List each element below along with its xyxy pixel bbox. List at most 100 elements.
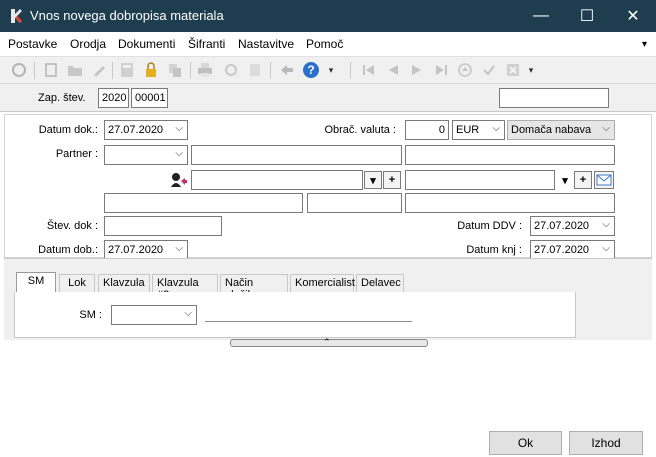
menu-nastavitve[interactable]: Nastavitve <box>238 37 294 51</box>
obrac-valuta-label: Obrač. valuta : <box>324 124 396 136</box>
nabava-dropdown[interactable]: Domača nabava ⌵ <box>507 120 615 140</box>
tab-delavec[interactable]: Delavec <box>356 274 404 292</box>
address-dropdown-icon[interactable]: ▾ <box>556 171 574 189</box>
partner-label: Partner : <box>55 148 98 160</box>
datum-dok-picker[interactable]: 27.07.2020 ⌵ <box>104 120 188 140</box>
valuta-value: EUR <box>456 124 480 136</box>
menu-sifranti[interactable]: Šifranti <box>188 37 225 51</box>
toolbar-separator <box>112 62 113 79</box>
datum-ddv-picker[interactable]: 27.07.2020 ⌵ <box>530 216 615 236</box>
contact-field[interactable] <box>191 170 363 190</box>
document-number-field[interactable]: 00001 <box>131 88 168 108</box>
tab-lok[interactable]: Lok <box>59 274 95 292</box>
menu-dokumenti[interactable]: Dokumenti <box>118 37 175 51</box>
chevron-up-icon: ⌃ <box>323 337 331 347</box>
datum-dob-label: Datum dob.: <box>38 244 98 256</box>
chevron-down-icon: ⌵ <box>175 123 183 134</box>
import-icon[interactable] <box>278 61 296 79</box>
address-line-field[interactable] <box>104 193 303 213</box>
valuta-select[interactable]: EUR ⌵ <box>452 120 505 140</box>
contact-person-icon[interactable] <box>170 172 188 188</box>
tab-klavzula-2[interactable]: Klavzula #2 <box>152 274 218 301</box>
cancel-icon[interactable] <box>504 61 522 79</box>
copy-icon[interactable] <box>166 61 184 79</box>
partner-select[interactable]: ⌵ <box>104 145 188 165</box>
stev-dok-field[interactable] <box>104 216 222 236</box>
help-dropdown-icon[interactable]: ▾ <box>322 61 340 79</box>
panel-splitter[interactable]: ⌃ <box>230 337 428 347</box>
sm-label: SM : <box>79 309 102 321</box>
chevron-down-icon: ⌵ <box>602 219 610 230</box>
year-field[interactable]: 2020 <box>98 88 129 108</box>
datum-dob-picker[interactable]: 27.07.2020 ⌵ <box>104 240 188 260</box>
toolbar-separator <box>350 62 351 79</box>
address-field[interactable] <box>405 170 555 190</box>
tab-nacin-placila[interactable]: Način plačila <box>220 274 288 301</box>
new-document-icon[interactable] <box>42 61 60 79</box>
help-icon[interactable]: ? <box>302 61 320 79</box>
cancel-dropdown-icon[interactable]: ▾ <box>522 61 540 79</box>
close-button[interactable]: ✕ <box>610 0 656 32</box>
exit-button[interactable]: Izhod <box>569 431 643 455</box>
previous-record-icon[interactable] <box>384 61 402 79</box>
datum-dok-value: 27.07.2020 <box>108 124 164 136</box>
contact-dropdown-icon[interactable]: ▾ <box>364 171 382 189</box>
datum-knj-picker[interactable]: 27.07.2020 ⌵ <box>530 240 615 260</box>
header-right-field[interactable] <box>499 88 609 108</box>
minimize-button[interactable]: — <box>518 0 564 32</box>
edit-icon[interactable] <box>90 61 108 79</box>
confirm-icon[interactable] <box>480 61 498 79</box>
menu-bar: Postavke Orodja Dokumenti Šifranti Nasta… <box>0 32 656 56</box>
tab-sm[interactable]: SM <box>16 272 56 293</box>
nabava-value: Domača nabava <box>511 124 592 136</box>
toolbar: ? ▾ ▾ <box>0 56 656 84</box>
calculator-icon[interactable] <box>118 61 136 79</box>
ok-button[interactable]: Ok <box>489 431 562 455</box>
chevron-down-icon: ⌵ <box>602 123 610 134</box>
svg-text:?: ? <box>307 63 314 77</box>
menu-postavke[interactable]: Postavke <box>8 37 57 51</box>
eject-icon[interactable] <box>456 61 474 79</box>
tab-komercialist[interactable]: Komercialist <box>290 274 355 292</box>
datum-dok-label: Datum dok.: <box>38 124 98 136</box>
next-record-icon[interactable] <box>408 61 426 79</box>
address-add-icon[interactable]: + <box>574 171 592 189</box>
datum-knj-label: Datum knj : <box>466 244 522 256</box>
menu-overflow-icon[interactable]: ▾ <box>642 39 647 50</box>
menu-orodja[interactable]: Orodja <box>70 37 106 51</box>
sm-select[interactable]: ⌵ <box>111 305 197 325</box>
document-icon[interactable] <box>246 61 264 79</box>
title-bar: Vnos novega dobropisa materiala — ☐ ✕ <box>0 0 656 32</box>
folder-icon[interactable] <box>66 61 84 79</box>
datum-knj-value: 27.07.2020 <box>534 244 590 256</box>
stev-dok-label: Štev. dok : <box>46 220 98 232</box>
datum-ddv-label: Datum DDV : <box>457 220 522 232</box>
partner-detail-field[interactable] <box>405 145 615 165</box>
toolbar-separator <box>190 62 191 79</box>
settings-icon[interactable] <box>222 61 240 79</box>
first-record-icon[interactable] <box>360 61 378 79</box>
toolbar-separator <box>270 62 271 79</box>
lock-icon[interactable] <box>142 61 160 79</box>
tab-klavzula[interactable]: Klavzula <box>98 274 150 292</box>
menu-pomoc[interactable]: Pomoč <box>306 37 343 51</box>
maximize-button[interactable]: ☐ <box>564 0 610 32</box>
refresh-icon[interactable] <box>10 61 28 79</box>
last-record-icon[interactable] <box>432 61 450 79</box>
sm-description-line <box>205 321 412 322</box>
window-title: Vnos novega dobropisa materiala <box>30 8 224 23</box>
chevron-down-icon: ⌵ <box>602 243 610 254</box>
post-field[interactable] <box>307 193 402 213</box>
datum-dob-value: 27.07.2020 <box>108 244 164 256</box>
partner-name-field[interactable] <box>191 145 402 165</box>
app-logo-icon <box>11 9 22 23</box>
country-field[interactable] <box>405 193 615 213</box>
datum-ddv-value: 27.07.2020 <box>534 220 590 232</box>
contact-add-icon[interactable]: + <box>383 171 401 189</box>
valuta-amount-field[interactable]: 0 <box>405 120 449 140</box>
email-icon[interactable] <box>594 171 614 189</box>
chevron-down-icon: ⌵ <box>175 243 183 254</box>
chevron-down-icon: ⌵ <box>184 308 192 319</box>
toolbar-separator <box>34 62 35 79</box>
print-icon[interactable] <box>196 61 214 79</box>
